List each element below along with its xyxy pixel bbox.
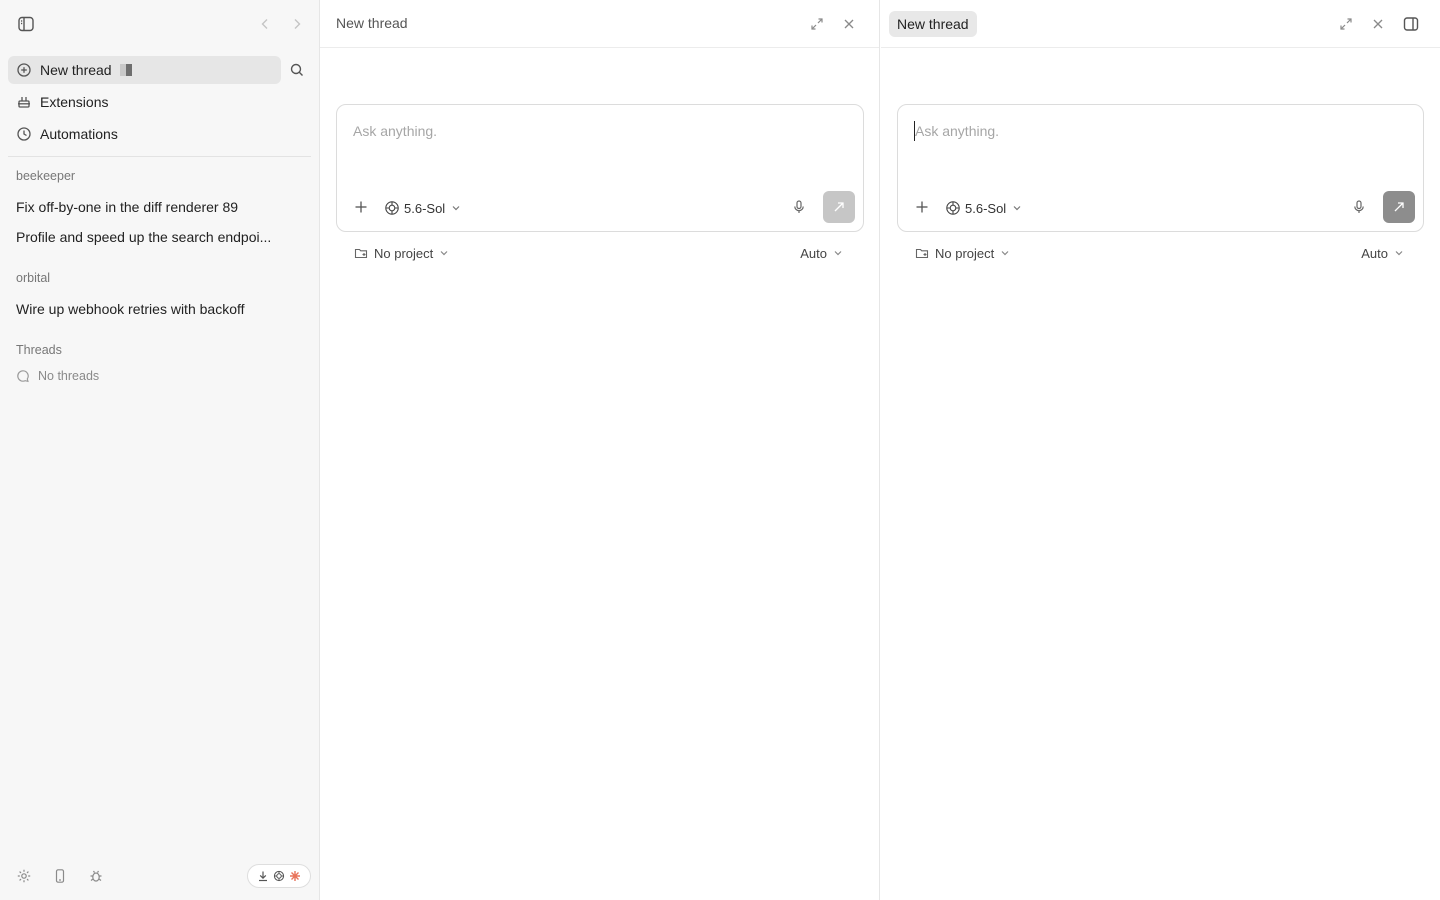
sidebar-item-automations[interactable]: Automations — [8, 120, 281, 148]
bug-icon[interactable] — [88, 868, 104, 884]
settings-icon[interactable] — [16, 868, 32, 884]
project-selector[interactable]: No project — [354, 244, 449, 262]
project-label: No project — [374, 245, 434, 261]
openai-icon — [945, 200, 961, 216]
send-arrow-icon — [832, 200, 846, 214]
group-label-threads: Threads — [16, 343, 62, 357]
sidebar-toggle-icon[interactable] — [16, 14, 36, 34]
sidebar-divider — [8, 156, 311, 157]
thread-item[interactable]: Profile and speed up the search endpoi..… — [16, 229, 304, 245]
composer: 5.6-Sol — [897, 104, 1424, 232]
thread-pane-left: New thread 5.6-Sol — [320, 0, 880, 900]
openai-icon — [273, 870, 285, 882]
status-pill[interactable] — [247, 864, 311, 888]
extensions-icon — [16, 94, 32, 110]
microphone-icon[interactable] — [1351, 199, 1367, 215]
pane-header: New thread — [320, 0, 879, 48]
prompt-input[interactable] — [914, 121, 1394, 141]
phone-icon[interactable] — [52, 868, 68, 884]
sidebar-item-label: New thread — [40, 62, 112, 78]
expand-icon[interactable] — [1339, 17, 1353, 31]
project-selector[interactable]: No project — [915, 244, 1010, 262]
search-icon[interactable] — [289, 62, 305, 78]
prompt-input[interactable] — [353, 121, 833, 141]
openai-icon — [384, 200, 400, 216]
add-attachment-icon[interactable] — [353, 199, 369, 215]
group-label-orbital: orbital — [16, 271, 51, 285]
mode-selector[interactable]: Auto — [1361, 244, 1404, 262]
composer: 5.6-Sol — [336, 104, 864, 232]
model-selector[interactable]: 5.6-Sol — [384, 198, 461, 218]
chevron-down-icon — [451, 203, 461, 213]
project-label: No project — [935, 245, 995, 261]
chevron-down-icon — [1012, 203, 1022, 213]
no-threads-row: No threads — [16, 369, 99, 383]
sidebar-item-new-thread[interactable]: New thread — [8, 56, 281, 84]
folder-icon — [354, 246, 368, 260]
clock-icon — [16, 126, 32, 142]
thread-pane-right: New thread 5.6-Sol — [881, 0, 1440, 900]
chat-bubble-icon — [16, 369, 30, 383]
expand-icon[interactable] — [810, 17, 824, 31]
send-button[interactable] — [1383, 191, 1415, 223]
pane-header: New thread — [881, 0, 1440, 48]
mode-label: Auto — [800, 245, 827, 261]
folder-icon — [915, 246, 929, 260]
group-label-beekeeper: beekeeper — [16, 169, 76, 183]
back-arrow-icon[interactable] — [257, 16, 273, 32]
sidebar-item-label: Automations — [40, 126, 118, 142]
sidebar-item-label: Extensions — [40, 94, 109, 110]
chevron-down-icon — [1000, 248, 1010, 258]
panel-shortcut-icon — [119, 64, 132, 76]
pane-title[interactable]: New thread — [889, 11, 977, 37]
close-icon[interactable] — [1371, 17, 1385, 31]
model-label: 5.6-Sol — [404, 200, 446, 216]
send-arrow-icon — [1392, 200, 1406, 214]
forward-arrow-icon[interactable] — [289, 16, 305, 32]
new-thread-icon — [16, 62, 32, 78]
sparkle-icon — [289, 870, 301, 882]
download-icon — [257, 870, 269, 882]
mode-selector[interactable]: Auto — [800, 244, 843, 262]
thread-item[interactable]: Wire up webhook retries with backoff — [16, 301, 304, 317]
send-button[interactable] — [823, 191, 855, 223]
chevron-down-icon — [833, 248, 843, 258]
empty-threads-text: No threads — [38, 369, 100, 383]
model-selector[interactable]: 5.6-Sol — [945, 198, 1022, 218]
add-attachment-icon[interactable] — [914, 199, 930, 215]
sidebar: New thread Extensions Automations beekee… — [0, 0, 320, 900]
sidebar-item-extensions[interactable]: Extensions — [8, 88, 281, 116]
model-label: 5.6-Sol — [965, 200, 1007, 216]
close-icon[interactable] — [842, 17, 856, 31]
chevron-down-icon — [439, 248, 449, 258]
thread-item[interactable]: Fix off-by-one in the diff renderer 89 — [16, 199, 304, 215]
microphone-icon[interactable] — [791, 199, 807, 215]
pane-title[interactable]: New thread — [336, 15, 408, 31]
mode-label: Auto — [1361, 245, 1388, 261]
sidebar-header — [0, 0, 320, 48]
chevron-down-icon — [1394, 248, 1404, 258]
side-panel-icon[interactable] — [1402, 15, 1420, 33]
